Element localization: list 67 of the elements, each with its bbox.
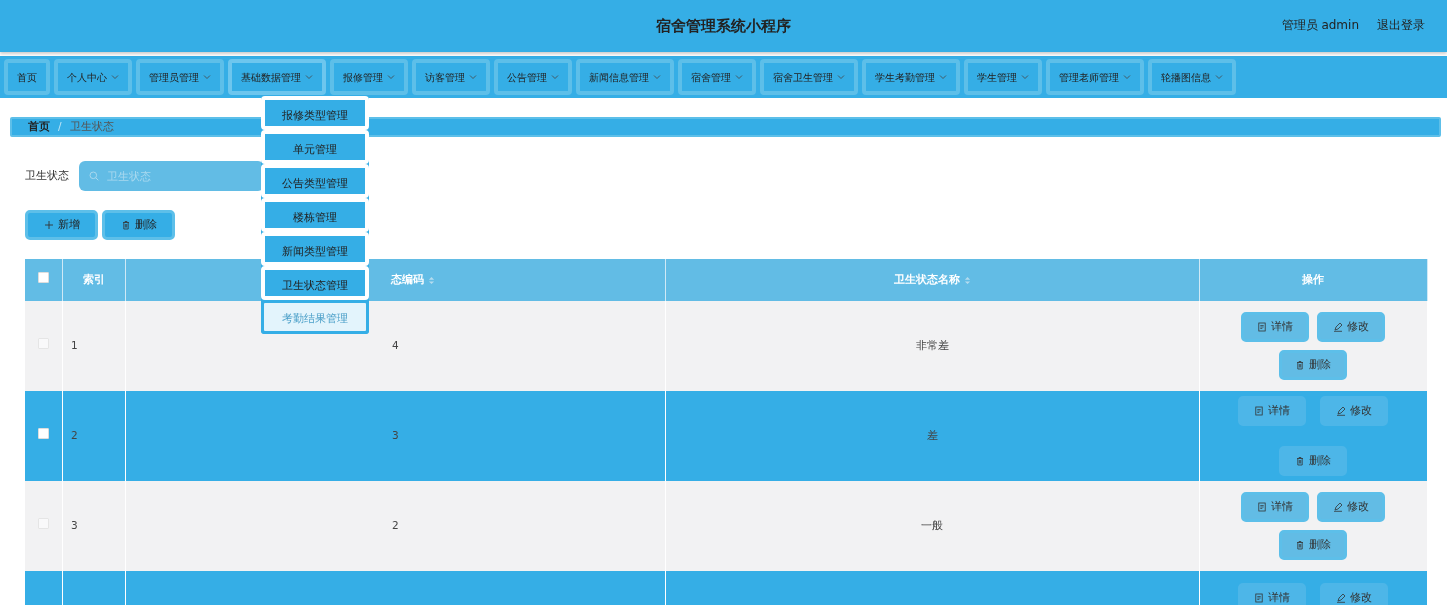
detail-button[interactable]: 详情 <box>1241 312 1310 342</box>
logout-link[interactable]: 退出登录 <box>1377 16 1425 34</box>
user-label: 管理员 admin <box>1281 17 1359 34</box>
dropdown-item[interactable]: 卫生状态管理 <box>261 266 369 300</box>
nav-tab[interactable]: 管理员管理 <box>136 59 224 95</box>
nav-tab[interactable]: 宿舍管理 <box>678 59 756 95</box>
delete-button[interactable]: 删除 <box>102 210 175 240</box>
delete-button[interactable]: 删除 <box>1279 350 1348 380</box>
dropdown-item[interactable]: 楼栋管理 <box>261 198 369 232</box>
nav-tab[interactable]: 报修管理 <box>330 59 408 95</box>
delete-button[interactable]: 删除 <box>1279 446 1348 476</box>
table-cell: 2 <box>70 429 78 442</box>
dropdown-item[interactable]: 报修类型管理 <box>261 96 369 130</box>
plus-icon <box>43 220 54 230</box>
sort-icon[interactable] <box>963 275 971 285</box>
document-icon <box>1254 593 1265 603</box>
edit-button[interactable]: 修改 <box>1320 396 1389 426</box>
table-cell: 3 <box>392 429 399 442</box>
breadcrumb-separator: / <box>58 119 62 135</box>
nav-tab[interactable]: 学生管理 <box>964 59 1042 95</box>
row-checkbox[interactable] <box>37 428 49 440</box>
search-field[interactable]: 卫生状态 <box>79 161 264 191</box>
table-cell: 4 <box>392 339 399 352</box>
trash-icon <box>1295 540 1306 550</box>
search-label: 卫生状态 <box>25 167 69 184</box>
trash-icon <box>1295 360 1306 370</box>
nav-tab[interactable]: 首页 <box>4 59 50 95</box>
trash-icon <box>120 220 131 230</box>
trash-icon <box>1295 456 1306 466</box>
detail-button[interactable]: 详情 <box>1238 583 1307 605</box>
detail-button[interactable]: 详情 <box>1241 492 1310 522</box>
nav-tab[interactable]: 学生考勤管理 <box>862 59 960 95</box>
detail-button[interactable]: 详情 <box>1238 396 1307 426</box>
edit-button[interactable]: 修改 <box>1320 583 1389 605</box>
sort-icon[interactable] <box>427 275 435 285</box>
pencil-icon <box>1336 593 1347 603</box>
nav-tab[interactable]: 基础数据管理 <box>228 59 326 95</box>
table-cell: 一般 <box>921 519 944 532</box>
document-icon <box>1257 502 1268 512</box>
nav-tab[interactable]: 新闻信息管理 <box>576 59 674 95</box>
document-icon <box>1257 322 1268 332</box>
table-cell: 非常差 <box>915 339 949 352</box>
app-title: 宿舍管理系统小程序 <box>656 15 791 37</box>
table-cell: 差 <box>926 429 938 442</box>
nav-tab[interactable]: 轮播图信息 <box>1148 59 1236 95</box>
nav-tab[interactable]: 公告管理 <box>494 59 572 95</box>
pencil-icon <box>1333 322 1344 332</box>
select-all-checkbox[interactable] <box>37 272 49 284</box>
add-button[interactable]: 新增 <box>25 210 98 240</box>
nav-tab[interactable]: 宿舍卫生管理 <box>760 59 858 95</box>
pencil-icon <box>1333 502 1344 512</box>
table-cell: 1 <box>70 339 78 352</box>
nav-tab[interactable]: 访客管理 <box>412 59 490 95</box>
nav-tab[interactable]: 管理老师管理 <box>1046 59 1144 95</box>
edit-button[interactable]: 修改 <box>1317 312 1386 342</box>
breadcrumb-current: 卫生状态 <box>69 119 114 135</box>
table-cell: 3 <box>70 519 78 532</box>
document-icon <box>1254 406 1265 416</box>
breadcrumb-link[interactable]: 首页 <box>28 119 50 135</box>
dropdown-item[interactable]: 单元管理 <box>261 130 369 164</box>
edit-button[interactable]: 修改 <box>1317 492 1386 522</box>
nav-tab[interactable]: 个人中心 <box>54 59 132 95</box>
dropdown-item[interactable]: 公告类型管理 <box>261 164 369 198</box>
pencil-icon <box>1336 406 1347 416</box>
delete-button[interactable]: 删除 <box>1279 530 1348 560</box>
dropdown-item[interactable]: 新闻类型管理 <box>261 232 369 266</box>
table-cell: 2 <box>392 519 399 532</box>
